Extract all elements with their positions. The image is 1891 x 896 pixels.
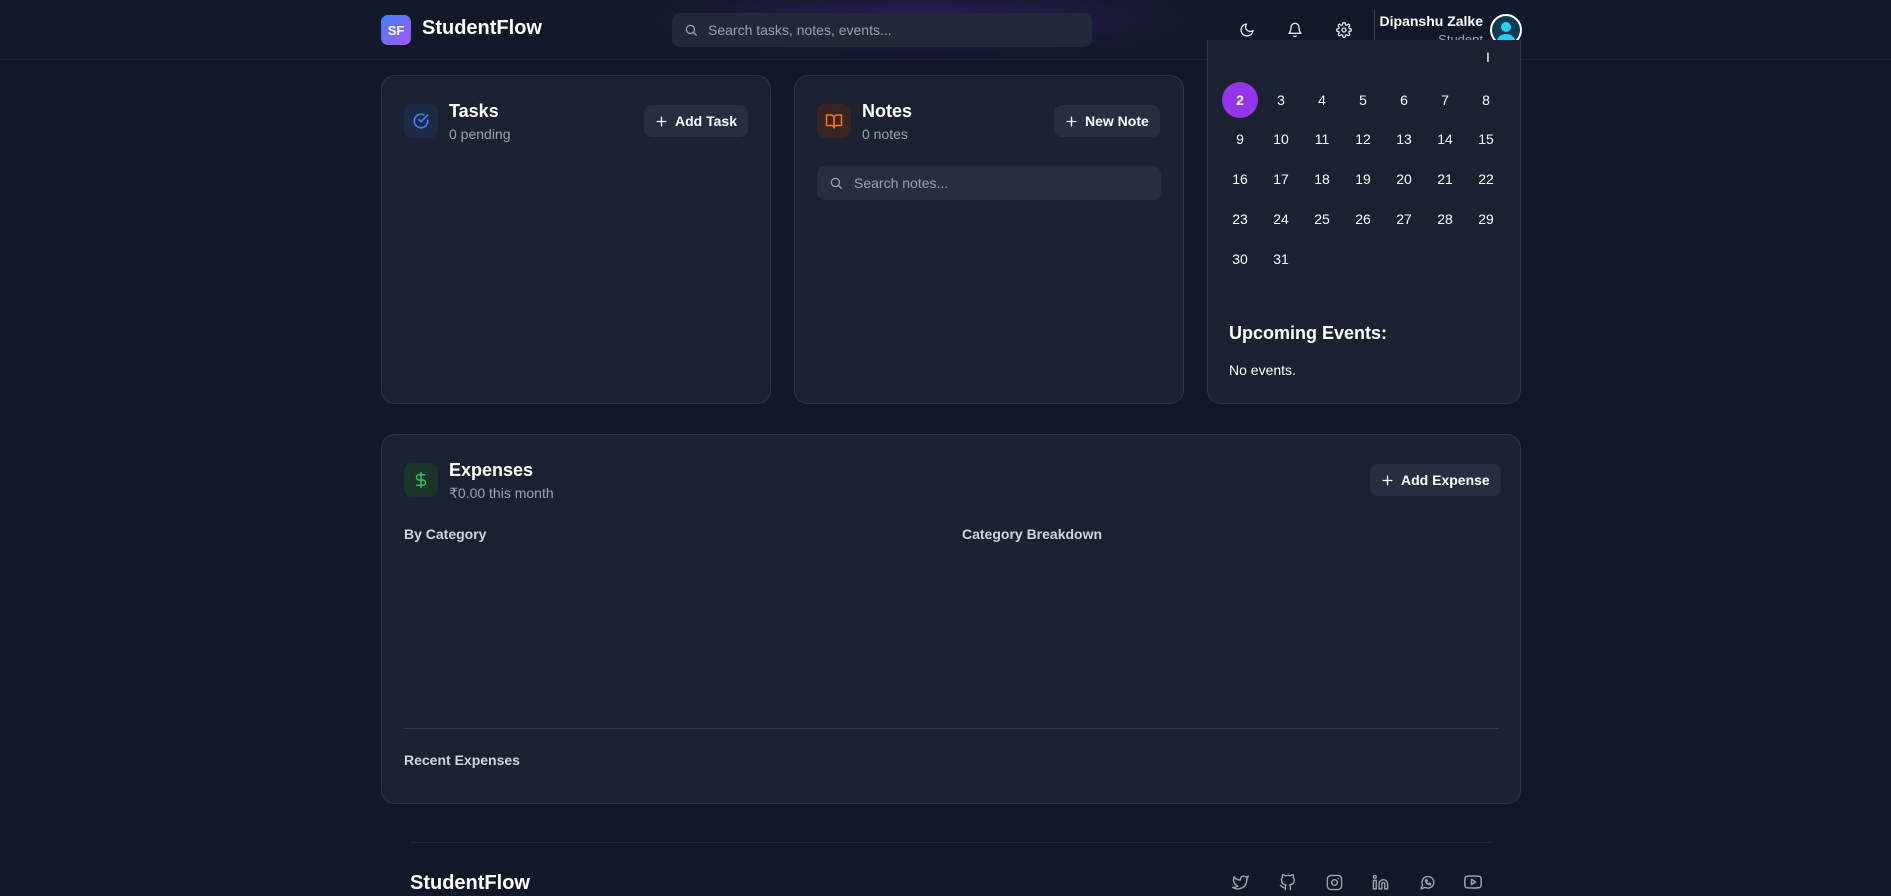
calendar-day[interactable]: 7 — [1427, 82, 1463, 118]
plus-icon — [1382, 474, 1393, 486]
calendar-day[interactable]: 9 — [1222, 121, 1258, 157]
instagram-link[interactable] — [1324, 872, 1344, 892]
twitter-link[interactable] — [1230, 872, 1250, 892]
whatsapp-link[interactable] — [1417, 872, 1437, 892]
calendar-day[interactable]: 23 — [1222, 201, 1258, 237]
tasks-icon-box — [404, 104, 438, 138]
calendar-day[interactable]: 17 — [1263, 161, 1299, 197]
add-expense-button[interactable]: Add Expense — [1370, 464, 1501, 496]
calendar-day[interactable]: 16 — [1222, 161, 1258, 197]
gear-icon — [1336, 22, 1352, 38]
user-name: Dipanshu Zalke — [1379, 13, 1483, 29]
footer-divider — [410, 842, 1492, 843]
calendar-day[interactable]: 14 — [1427, 121, 1463, 157]
calendar-day[interactable]: 4 — [1304, 82, 1340, 118]
linkedin-icon — [1372, 874, 1388, 890]
calendar-day[interactable]: 24 — [1263, 201, 1299, 237]
upcoming-events-title: Upcoming Events: — [1229, 323, 1388, 343]
calendar-day[interactable]: 2 — [1222, 82, 1258, 118]
add-task-label: Add Task — [675, 113, 737, 129]
calendar-day[interactable]: 20 — [1386, 161, 1422, 197]
book-open-icon — [825, 114, 843, 129]
calendar-partial-header: I — [1486, 52, 1490, 62]
calendar-day[interactable]: 19 — [1345, 161, 1381, 197]
by-category-label: By Category — [404, 526, 487, 542]
calendar-day[interactable]: 30 — [1222, 241, 1258, 277]
calendar-day[interactable]: 11 — [1304, 121, 1340, 157]
expenses-title: Expenses — [449, 460, 534, 480]
app-logo[interactable]: SF — [381, 15, 411, 45]
calendar-day[interactable]: 13 — [1386, 121, 1422, 157]
recent-expenses-label: Recent Expenses — [404, 752, 520, 768]
calendar-day[interactable]: 22 — [1468, 161, 1504, 197]
github-link[interactable] — [1277, 872, 1297, 892]
calendar-day[interactable]: 25 — [1304, 201, 1340, 237]
footer-brand: StudentFlow — [410, 872, 530, 894]
add-task-button[interactable]: Add Task — [644, 105, 748, 137]
calendar-day[interactable]: 6 — [1386, 82, 1422, 118]
calendar-day[interactable]: 27 — [1386, 201, 1422, 237]
moon-icon — [1240, 23, 1254, 37]
calendar-day[interactable]: 3 — [1263, 82, 1299, 118]
app-name[interactable]: StudentFlow — [422, 17, 542, 40]
calendar-day[interactable]: 18 — [1304, 161, 1340, 197]
instagram-icon — [1326, 874, 1342, 890]
twitter-icon — [1231, 874, 1249, 890]
expenses-divider — [404, 728, 1498, 729]
calendar-day[interactable]: 21 — [1427, 161, 1463, 197]
search-icon — [830, 177, 842, 189]
notes-search[interactable] — [817, 166, 1161, 200]
bell-icon — [1288, 22, 1302, 38]
search-icon — [685, 24, 697, 36]
calendar-day[interactable]: 26 — [1345, 201, 1381, 237]
calendar-day[interactable]: 10 — [1263, 121, 1299, 157]
expenses-month-total: ₹0.00 this month — [449, 485, 554, 501]
notes-icon-box — [817, 104, 851, 138]
plus-icon — [656, 115, 667, 127]
youtube-icon — [1464, 875, 1482, 889]
new-note-label: New Note — [1085, 113, 1149, 129]
calendar-day[interactable]: 12 — [1345, 121, 1381, 157]
no-events-text: No events. — [1229, 362, 1296, 378]
calendar-day[interactable]: 31 — [1263, 241, 1299, 277]
calendar-day[interactable]: 28 — [1427, 201, 1463, 237]
plus-icon — [1066, 115, 1077, 127]
notes-count: 0 notes — [862, 126, 908, 142]
calendar-day[interactable]: 8 — [1468, 82, 1504, 118]
whatsapp-icon — [1419, 875, 1435, 890]
expenses-icon-box — [404, 463, 438, 497]
calendar-day[interactable]: 5 — [1345, 82, 1381, 118]
tasks-title: Tasks — [449, 101, 499, 121]
check-circle-icon — [413, 113, 429, 129]
dollar-icon — [415, 471, 427, 489]
global-search[interactable] — [672, 13, 1092, 47]
notes-search-input[interactable] — [854, 175, 1161, 191]
github-icon — [1279, 873, 1295, 890]
notes-title: Notes — [862, 101, 913, 121]
calendar-day[interactable]: 29 — [1468, 201, 1504, 237]
global-search-input[interactable] — [708, 22, 1092, 38]
calendar-day[interactable]: 15 — [1468, 121, 1504, 157]
category-breakdown-label: Category Breakdown — [962, 526, 1103, 542]
new-note-button[interactable]: New Note — [1054, 105, 1160, 137]
add-expense-label: Add Expense — [1401, 472, 1490, 488]
tasks-pending-count: 0 pending — [449, 126, 511, 142]
linkedin-link[interactable] — [1370, 872, 1390, 892]
youtube-link[interactable] — [1463, 872, 1483, 892]
